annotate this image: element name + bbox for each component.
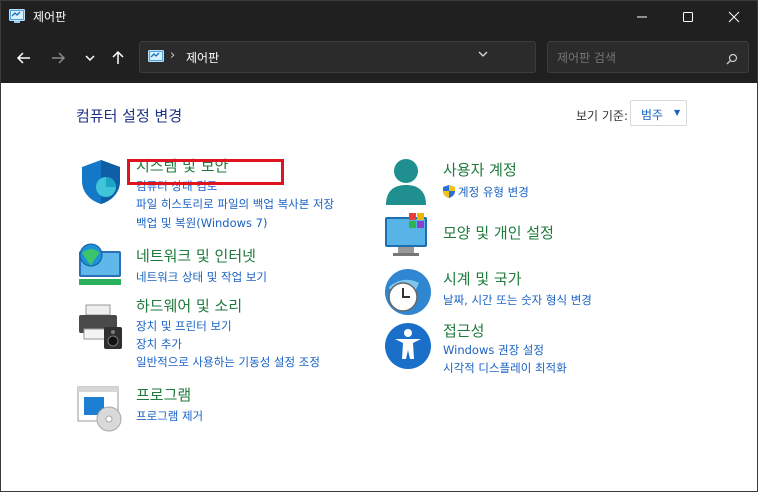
printer-speaker-icon[interactable] [76,303,126,353]
close-icon [728,11,740,23]
forward-arrow-icon [52,52,66,64]
link-optimize-visual-display[interactable]: 시각적 디스플레이 최적화 [443,360,567,376]
minimize-icon [637,16,647,18]
monitor-palette-icon[interactable] [383,211,433,261]
category-title-hardware-sound[interactable]: 하드웨어 및 소리 [136,295,242,316]
link-file-history-backup[interactable]: 파일 히스토리로 파일의 백업 복사본 저장 [136,196,334,212]
link-mobility-settings[interactable]: 일반적으로 사용하는 기동성 설정 조정 [136,354,320,370]
view-by-dropdown[interactable]: 범주 ▼ [630,100,687,126]
breadcrumb-control-panel[interactable]: 제어판 [186,49,219,66]
maximize-button[interactable] [665,1,711,33]
view-by-value[interactable]: 범주 [641,106,663,123]
chevron-down-icon [478,51,488,57]
maximize-icon [683,12,693,22]
up-button[interactable] [105,45,131,71]
link-add-device[interactable]: 장치 추가 [136,336,182,352]
window-title: 제어판 [33,10,67,24]
minimize-button[interactable] [619,1,665,33]
accessibility-icon[interactable] [383,321,433,371]
forward-button[interactable] [45,45,71,71]
chevron-down-icon [85,55,95,62]
content-area: 컴퓨터 설정 변경 보기 기준: 범주 ▼ 시스템 및 보안 컴퓨터 상태 검토… [1,83,757,491]
link-devices-printers[interactable]: 장치 및 프린터 보기 [136,318,232,334]
category-title-ease-of-access[interactable]: 접근성 [443,320,484,341]
title-bar[interactable]: 제어판 [1,1,757,33]
category-title-network-internet[interactable]: 네트워크 및 인터넷 [136,245,256,266]
user-icon[interactable] [383,157,433,207]
clock-globe-icon[interactable] [383,267,433,317]
link-change-account-type[interactable]: 계정 유형 변경 [443,184,529,200]
link-network-status-tasks[interactable]: 네트워크 상태 및 작업 보기 [136,269,267,285]
link-change-account-type-text[interactable]: 계정 유형 변경 [458,185,529,199]
control-panel-app-icon [9,9,25,23]
programs-disc-icon[interactable] [76,383,126,433]
up-arrow-icon [112,50,124,64]
network-globe-icon[interactable] [76,241,126,291]
control-panel-small-icon [148,50,164,62]
back-arrow-icon [16,52,30,64]
category-title-appearance-personalization[interactable]: 모양 및 개인 설정 [443,222,554,243]
control-panel-window: 제어판 › 제어판 제어판 검색 컴퓨터 설정 변경 보기 기준: 범주 ▼ 시… [0,0,758,492]
link-change-date-time-format[interactable]: 날짜, 시간 또는 숫자 형식 변경 [443,292,592,308]
search-box[interactable] [547,41,749,74]
category-title-clock-region[interactable]: 시계 및 국가 [443,268,522,289]
address-dropdown-button[interactable] [477,48,489,63]
link-windows-recommended-settings[interactable]: Windows 권장 설정 [443,342,544,358]
category-title-user-accounts[interactable]: 사용자 계정 [443,159,517,180]
close-button[interactable] [711,1,757,33]
back-button[interactable] [11,45,37,71]
dropdown-triangle-icon: ▼ [674,108,681,117]
recent-locations-button[interactable] [77,45,103,71]
address-bar[interactable]: › 제어판 [139,41,659,73]
uac-shield-icon [443,185,455,198]
view-by-label: 보기 기준: [576,109,629,123]
navigation-bar: › 제어판 [1,33,757,83]
link-backup-restore[interactable]: 백업 및 복원(Windows 7) [136,215,268,231]
link-uninstall-program[interactable]: 프로그램 제거 [136,408,203,424]
search-input[interactable] [548,42,729,74]
search-icon[interactable] [726,50,738,69]
breadcrumb-separator[interactable]: › [170,48,175,63]
highlight-box [127,159,284,185]
shield-icon[interactable] [76,157,126,207]
category-title-programs[interactable]: 프로그램 [136,384,191,405]
page-title: 컴퓨터 설정 변경 [76,107,183,125]
